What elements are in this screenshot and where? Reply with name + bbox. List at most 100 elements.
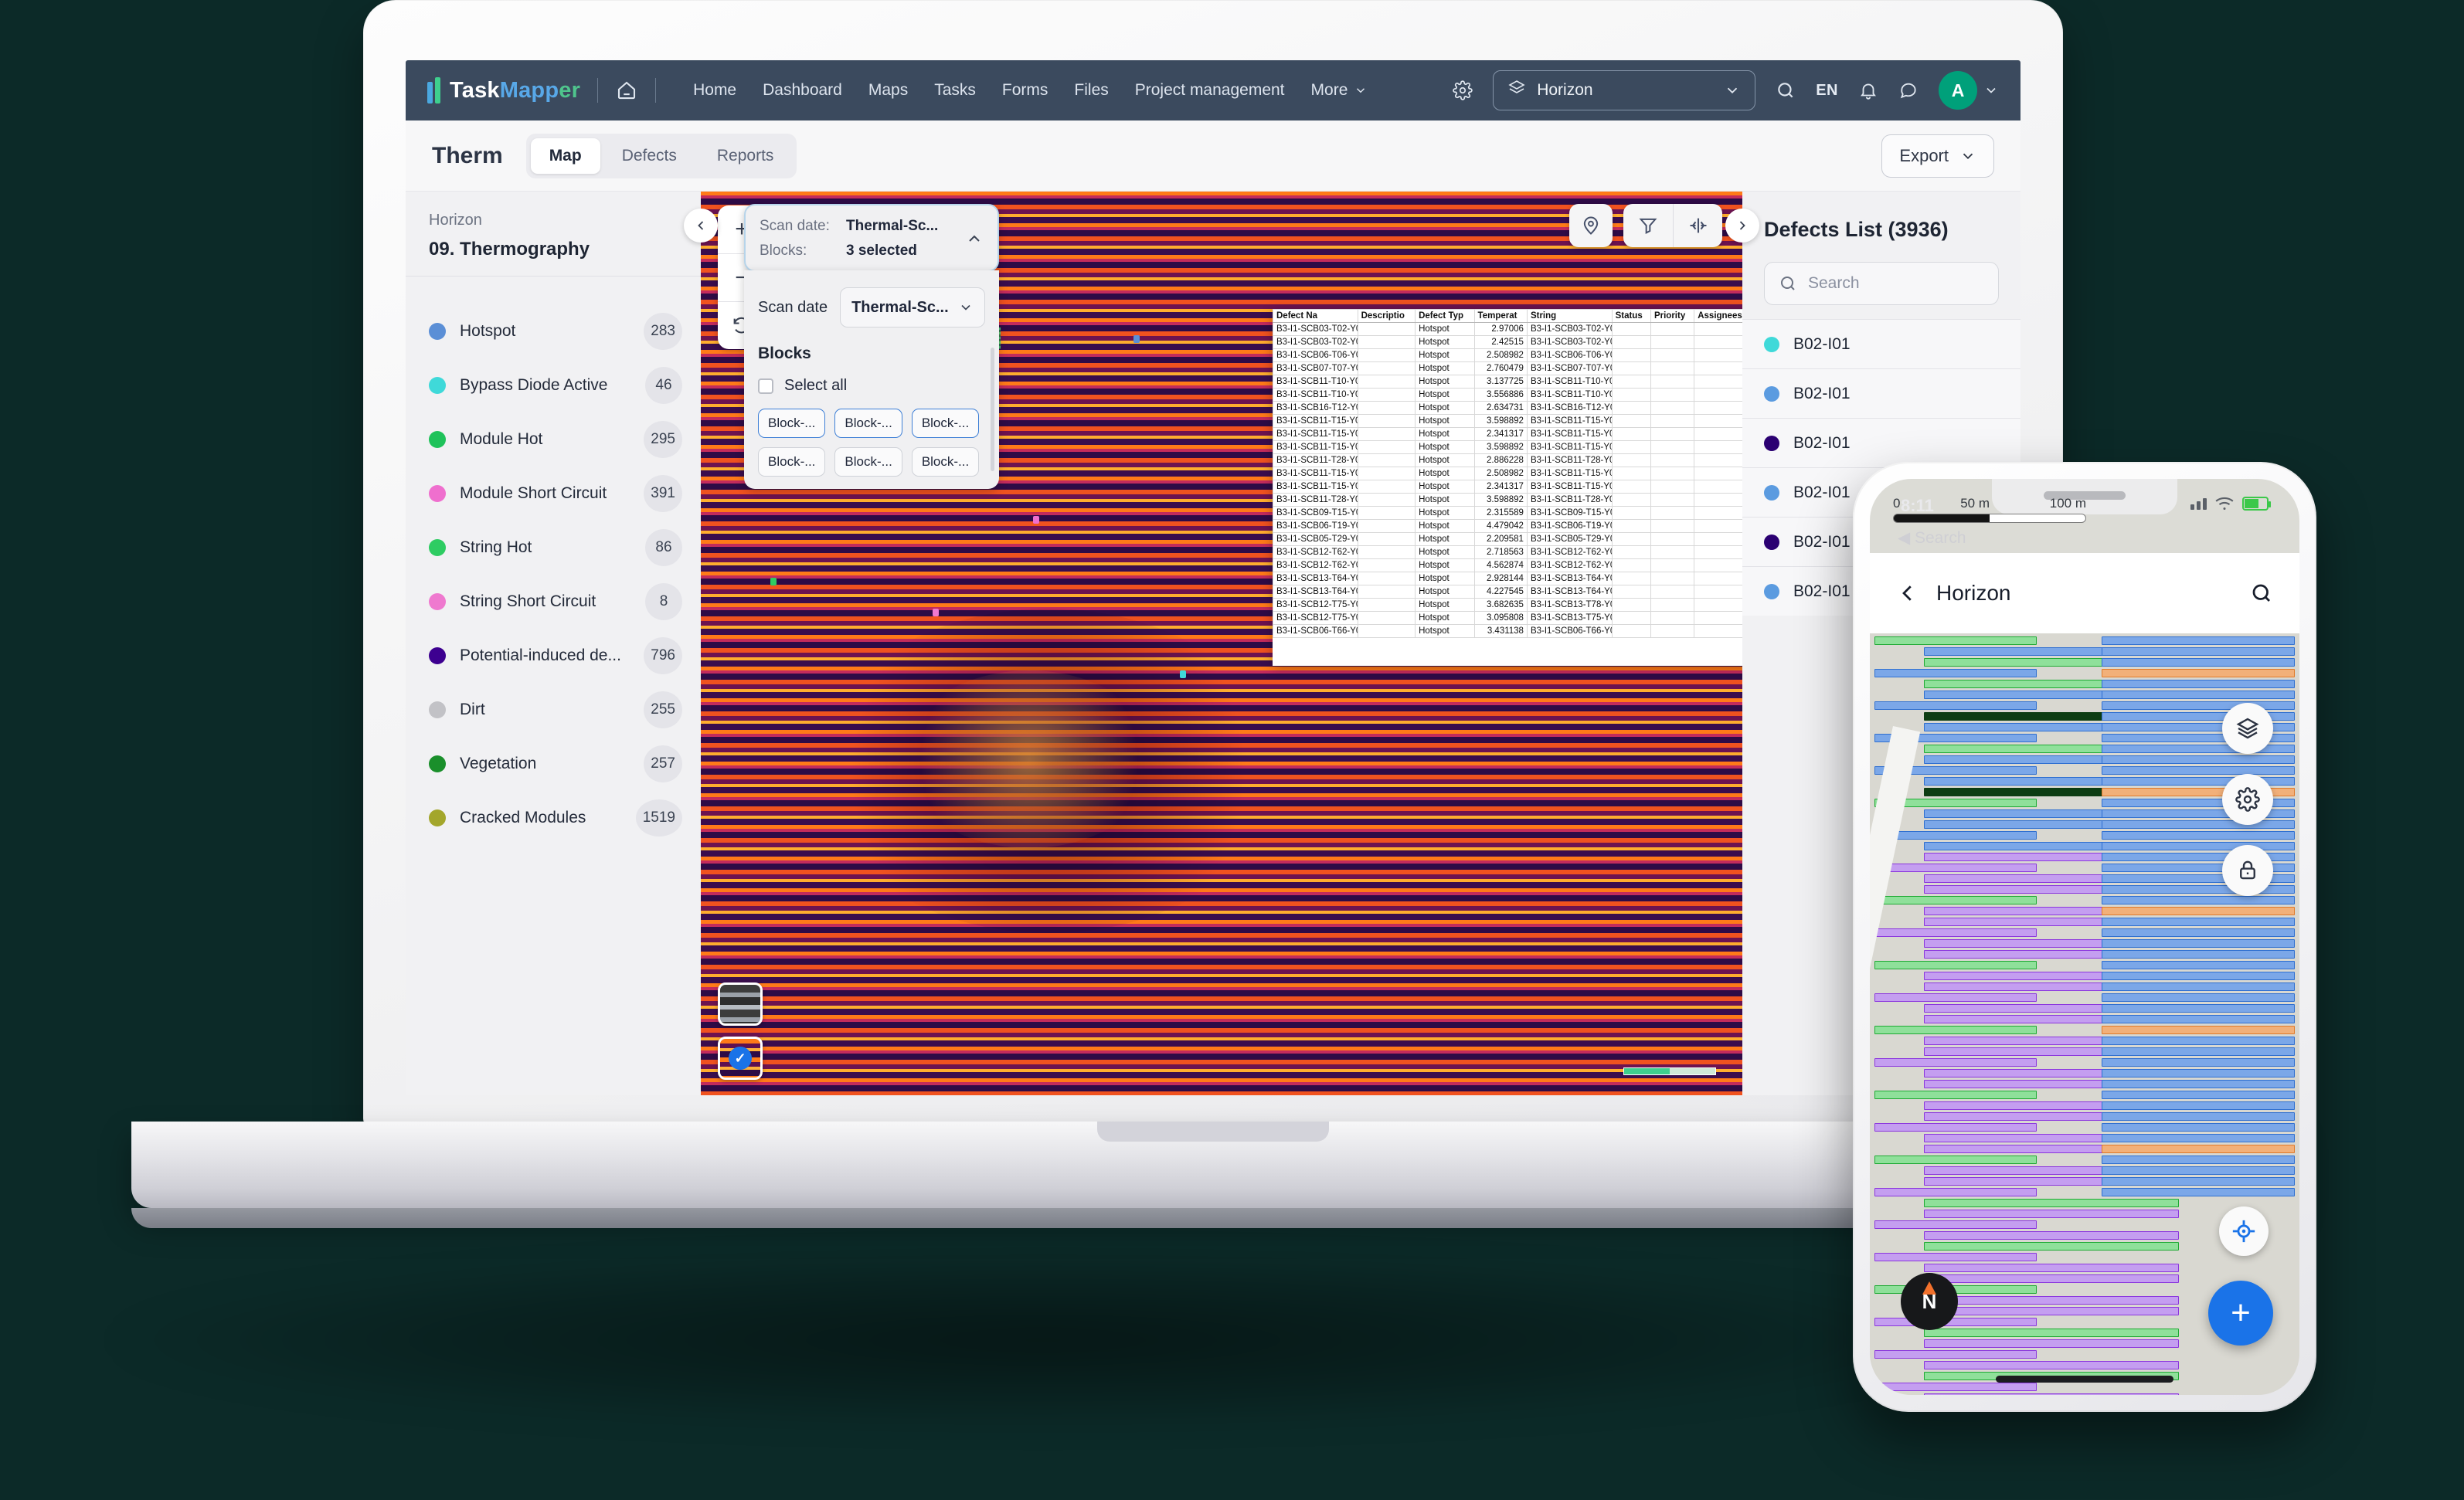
block-chip[interactable]: Block-... xyxy=(758,447,826,477)
sidebar-item-bypass-diode-active[interactable]: Bypass Diode Active 46 xyxy=(429,358,682,412)
app-logo[interactable]: TaskMapper xyxy=(427,77,580,104)
table-row[interactable]: B3-I1-SCB12-T75-Y0 Hotspot 3.095808 B3-I1-S… xyxy=(1273,611,1742,625)
language-switcher[interactable]: EN xyxy=(1816,82,1838,100)
chat-icon[interactable] xyxy=(1898,80,1919,100)
panel-expand-button[interactable] xyxy=(1725,209,1759,243)
sidebar-item-cracked-modules[interactable]: Cracked Modules 1519 xyxy=(429,791,682,845)
table-row[interactable]: B3-I1-SCB07-T07-Y01 Hotspot 2.760479 B3-I1-… xyxy=(1273,361,1742,375)
map-pin-icon[interactable] xyxy=(1569,204,1613,247)
table-row[interactable]: B3-I1-SCB11-T15-Y08 Hotspot 2.341317 B3-I1-… xyxy=(1273,480,1742,494)
table-row[interactable]: B3-I1-SCB11-T15-Y08 Hotspot 3.598892 B3-I1-… xyxy=(1273,414,1742,428)
select-all-checkbox[interactable] xyxy=(758,378,773,394)
table-row[interactable]: B3-I1-SCB11-T10-Y02 Hotspot 3.556886 B3-I1-… xyxy=(1273,388,1742,402)
sidebar-collapse-button[interactable] xyxy=(684,209,718,243)
select-all-row[interactable]: Select all xyxy=(758,377,985,395)
table-row[interactable]: B3-I1-SCB11-T28-Y05 Hotspot 2.886228 B3-I1-… xyxy=(1273,453,1742,467)
sidebar-item-string-hot[interactable]: String Hot 86 xyxy=(429,521,682,575)
nav-link-files[interactable]: Files xyxy=(1074,81,1108,100)
sidebar-item-vegetation[interactable]: Vegetation 257 xyxy=(429,737,682,791)
filter-icon[interactable] xyxy=(1623,204,1673,247)
defect-list-item[interactable]: B02-I01 xyxy=(1742,368,2020,418)
scan-date-select[interactable]: Thermal-Sc... xyxy=(840,287,985,327)
search-icon[interactable] xyxy=(2250,582,2273,605)
tab-map[interactable]: Map xyxy=(530,137,600,174)
defect-marker[interactable] xyxy=(1180,670,1186,678)
table-row[interactable]: B3-I1-SCB16-T12-Y01 Hotspot 2.634731 B3-I1-… xyxy=(1273,401,1742,415)
nav-link-dashboard[interactable]: Dashboard xyxy=(763,81,842,100)
nav-link-tasks[interactable]: Tasks xyxy=(934,81,976,100)
sidebar-item-module-short-circuit[interactable]: Module Short Circuit 391 xyxy=(429,467,682,521)
defect-marker[interactable] xyxy=(1033,516,1039,524)
table-column-header[interactable]: String xyxy=(1526,309,1613,323)
thermal-map-canvas[interactable]: + − ✓ Scan date: Thermal-Sc... Blocks: 3… xyxy=(701,192,1742,1095)
sidebar-item-hotspot[interactable]: Hotspot 283 xyxy=(429,304,682,358)
user-menu[interactable]: A xyxy=(1939,71,1999,110)
sidebar-item-potential-induced-degradation[interactable]: Potential-induced de... 796 xyxy=(429,629,682,683)
table-column-header[interactable]: Defect Na xyxy=(1273,309,1358,323)
table-row[interactable]: B3-I1-SCB11-T10-Y02 Hotspot 3.137725 B3-I1-… xyxy=(1273,375,1742,389)
project-selector[interactable]: Horizon xyxy=(1493,70,1756,110)
sidebar-item-dirt[interactable]: Dirt 255 xyxy=(429,683,682,737)
table-row[interactable]: B3-I1-SCB12-T62-Y0 Hotspot 2.718563 B3-I1-S… xyxy=(1273,545,1742,559)
defect-list-item[interactable]: B02-I01 xyxy=(1742,319,2020,368)
table-column-header[interactable]: Status xyxy=(1611,309,1651,323)
block-chip[interactable]: Block-... xyxy=(911,409,980,438)
lock-icon[interactable] xyxy=(2222,845,2273,896)
export-button[interactable]: Export xyxy=(1881,134,1994,178)
defect-marker[interactable] xyxy=(933,609,939,616)
tab-reports[interactable]: Reports xyxy=(698,138,793,174)
bell-icon[interactable] xyxy=(1858,80,1878,100)
locate-crosshair-icon[interactable] xyxy=(2219,1206,2269,1256)
layers-icon[interactable] xyxy=(2222,703,2273,754)
home-icon[interactable] xyxy=(615,79,638,102)
search-icon[interactable] xyxy=(1776,80,1796,100)
block-chip[interactable]: Block-... xyxy=(758,409,826,438)
tab-defects[interactable]: Defects xyxy=(603,138,695,174)
table-row[interactable]: B3-I1-SCB11-T15-Y08 Hotspot 3.598892 B3-I1-… xyxy=(1273,440,1742,454)
defect-list-item[interactable]: B02-I01 xyxy=(1742,418,2020,467)
add-defect-fab[interactable]: + xyxy=(2208,1281,2273,1346)
table-row[interactable]: B3-I1-SCB11-T28-Y05 Hotspot 3.598892 B3-I1-… xyxy=(1273,493,1742,507)
nav-link-project-management[interactable]: Project management xyxy=(1135,81,1285,100)
nav-link-home[interactable]: Home xyxy=(693,81,736,100)
fit-to-screen-icon[interactable] xyxy=(1673,204,1722,247)
ios-back-to-search[interactable]: ◀ Search xyxy=(1898,528,1966,548)
table-row[interactable]: B3-I1-SCB11-T15-Y08 Hotspot 2.341317 B3-I1-… xyxy=(1273,427,1742,441)
table-row[interactable]: B3-I1-SCB06-T66-Y05 Hotspot 3.431138 B3-I1-… xyxy=(1273,624,1742,638)
table-column-header[interactable]: Defect Typ xyxy=(1415,309,1475,323)
defects-spreadsheet-overlay[interactable]: Defect Na Descriptio Defect Typ Temperat Str… xyxy=(1273,309,1742,666)
table-row[interactable]: B3-I1-SCB03-T02-Y04 Hotspot 2.97006 B3-I1-S… xyxy=(1273,322,1742,336)
table-row[interactable]: B3-I1-SCB06-T06-Y04 Hotspot 2.508982 B3-I1-… xyxy=(1273,348,1742,362)
nav-link-maps[interactable]: Maps xyxy=(868,81,908,100)
table-row[interactable]: B3-I1-SCB11-T15-Y08 Hotspot 2.508982 B3-I1-… xyxy=(1273,467,1742,480)
block-chip[interactable]: Block-... xyxy=(834,447,902,477)
nav-link-more[interactable]: More xyxy=(1311,81,1368,100)
table-column-header[interactable]: Temperat xyxy=(1473,309,1528,323)
table-column-header[interactable]: Assignees xyxy=(1694,309,1742,323)
thermal-layer-thumb[interactable]: ✓ xyxy=(718,1037,763,1080)
table-row[interactable]: B3-I1-SCB12-T62-Y0 Hotspot 4.562874 B3-I1-S… xyxy=(1273,558,1742,572)
table-row[interactable]: B3-I1-SCB09-T15-Y05 Hotspot 2.315589 B3-I1-… xyxy=(1273,506,1742,520)
sidebar-item-module-hot[interactable]: Module Hot 295 xyxy=(429,412,682,467)
table-row[interactable]: B3-I1-SCB06-T19-Y07 Hotspot 4.479042 B3-I1-… xyxy=(1273,519,1742,533)
gear-icon[interactable] xyxy=(2222,774,2273,825)
block-chip[interactable]: Block-... xyxy=(834,409,902,438)
block-chip[interactable]: Block-... xyxy=(911,447,980,477)
scan-popup-summary[interactable]: Scan date: Thermal-Sc... Blocks: 3 selec… xyxy=(744,204,999,272)
defect-marker[interactable] xyxy=(1133,335,1140,343)
satellite-layer-thumb[interactable] xyxy=(718,982,763,1026)
table-row[interactable]: B3-I1-SCB12-T75-Y0 Hotspot 3.682635 B3-I1-S… xyxy=(1273,598,1742,612)
table-row[interactable]: B3-I1-SCB13-T64-Y04 Hotspot 2.928144 B3-I1-… xyxy=(1273,572,1742,585)
table-row[interactable]: B3-I1-SCB05-T29-Y09 Hotspot 2.209581 B3-I1-… xyxy=(1273,532,1742,546)
nav-link-forms[interactable]: Forms xyxy=(1002,81,1048,100)
compass-icon[interactable]: N xyxy=(1901,1273,1958,1330)
chevron-left-icon[interactable] xyxy=(1896,582,1919,605)
popup-scrollbar[interactable] xyxy=(991,348,994,471)
table-column-header[interactable]: Descriptio xyxy=(1357,309,1416,323)
gear-icon[interactable] xyxy=(1453,80,1473,100)
table-column-header[interactable]: Priority xyxy=(1650,309,1695,323)
defect-marker[interactable] xyxy=(770,578,777,585)
table-row[interactable]: B3-I1-SCB03-T02-Y04 Hotspot 2.42515 B3-I1-S… xyxy=(1273,335,1742,349)
table-row[interactable]: B3-I1-SCB13-T64-Y04 Hotspot 4.227545 B3-I1-… xyxy=(1273,585,1742,599)
sidebar-item-string-short-circuit[interactable]: String Short Circuit 8 xyxy=(429,575,682,629)
